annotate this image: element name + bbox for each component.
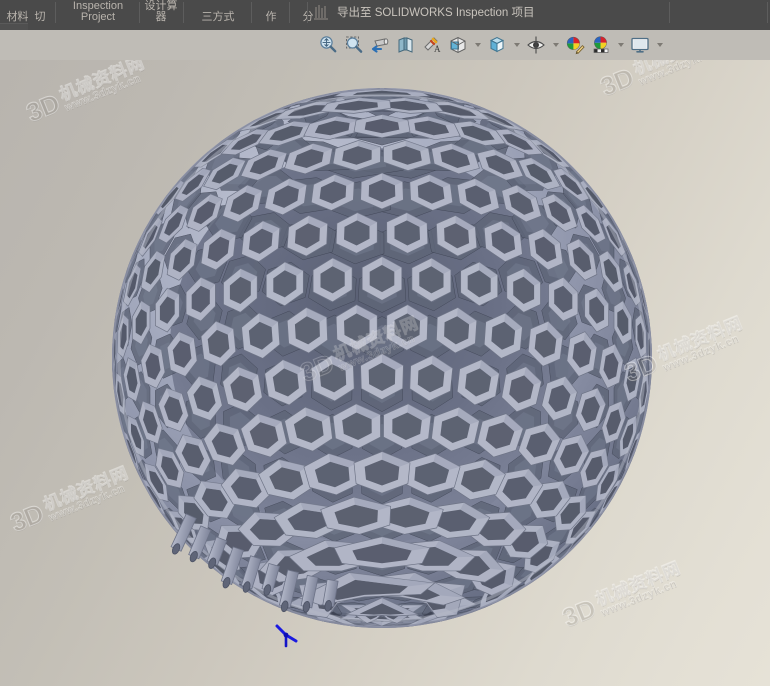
ribbon-separator-3	[183, 2, 184, 23]
export-to-inspection-project-label: 导出至 SOLIDWORKS Inspection 项目	[337, 7, 535, 19]
ribbon-separator-8	[767, 2, 768, 23]
section-view-button[interactable]	[394, 32, 418, 58]
ribbon-bar: 材料 切 Inspection Project 设计算 器 三方式 作 分 导出…	[0, 0, 770, 24]
magnifier-area-icon	[344, 35, 364, 55]
display-style-caret[interactable]	[472, 32, 483, 58]
ribbon-group-instrument[interactable]: 设计算 器	[141, 0, 181, 24]
view-orientation-icon: A	[422, 35, 442, 55]
ribbon-group-three-dim[interactable]: 三方式	[186, 0, 250, 24]
view-toolbar: A	[0, 30, 770, 60]
magnifier-fit-icon	[318, 35, 338, 55]
section-view-icon	[396, 35, 416, 55]
zoom-to-fit-button[interactable]	[316, 32, 340, 58]
ribbon-group-three-dim-label: 三方式	[201, 11, 235, 23]
scene-checker-icon	[591, 35, 611, 55]
graphics-viewport[interactable]: 3D 机械资料网 www.3dzyk.cn 3D 机械资料网 www.3dzyk…	[0, 60, 770, 686]
origin-triad	[275, 624, 298, 648]
ribbon-group-instrument-label: 设计算 器	[144, 0, 178, 23]
ribbon-group-inspection-project-label: Inspection Project	[72, 0, 124, 23]
zoom-to-area-button[interactable]	[342, 32, 366, 58]
rotate-view-icon	[370, 35, 390, 55]
view-orientation-button[interactable]: A	[420, 32, 444, 58]
display-style-cube-icon	[487, 35, 507, 55]
ribbon-separator-5	[289, 2, 290, 23]
view-settings-button[interactable]	[628, 32, 652, 58]
hide-show-eye-icon	[526, 35, 546, 55]
display-style-button[interactable]	[446, 32, 470, 58]
apply-scene-caret[interactable]	[615, 32, 626, 58]
hide-show-eye-caret[interactable]	[550, 32, 561, 58]
edit-appearance-button[interactable]	[563, 32, 587, 58]
ribbon-separator-1	[55, 2, 56, 23]
ribbon-group-cut[interactable]: 材料 切	[0, 0, 56, 24]
ribbon-separator-6	[307, 2, 308, 23]
appearance-pencil-icon	[565, 35, 585, 55]
export-inspection-icon	[314, 4, 329, 20]
ribbon-separator-4	[251, 2, 252, 23]
rotate-view-button[interactable]	[368, 32, 392, 58]
view-settings-caret[interactable]	[654, 32, 665, 58]
monitor-display-icon	[630, 35, 650, 55]
ribbon-group-item[interactable]: 作	[253, 0, 289, 24]
lattice-sphere-model[interactable]	[0, 60, 770, 686]
ribbon-group-inspection-project[interactable]: Inspection Project	[58, 0, 138, 24]
shaded-cube-caret[interactable]	[511, 32, 522, 58]
hide-show-items-button[interactable]	[485, 32, 509, 58]
display-style-cube-icon	[448, 35, 468, 55]
apply-scene-button[interactable]	[589, 32, 613, 58]
ribbon-group-item-label: 作	[265, 11, 277, 23]
hide-show-eye-button[interactable]	[524, 32, 548, 58]
ribbon-separator-7	[669, 2, 670, 23]
export-to-inspection-project-button[interactable]: 导出至 SOLIDWORKS Inspection 项目	[314, 0, 534, 24]
ribbon-separator-2	[139, 2, 140, 23]
view-toolbar-buttons: A	[316, 30, 665, 60]
solidworks-window: 材料 切 Inspection Project 设计算 器 三方式 作 分 导出…	[0, 0, 770, 686]
svg-text:A: A	[434, 44, 441, 54]
